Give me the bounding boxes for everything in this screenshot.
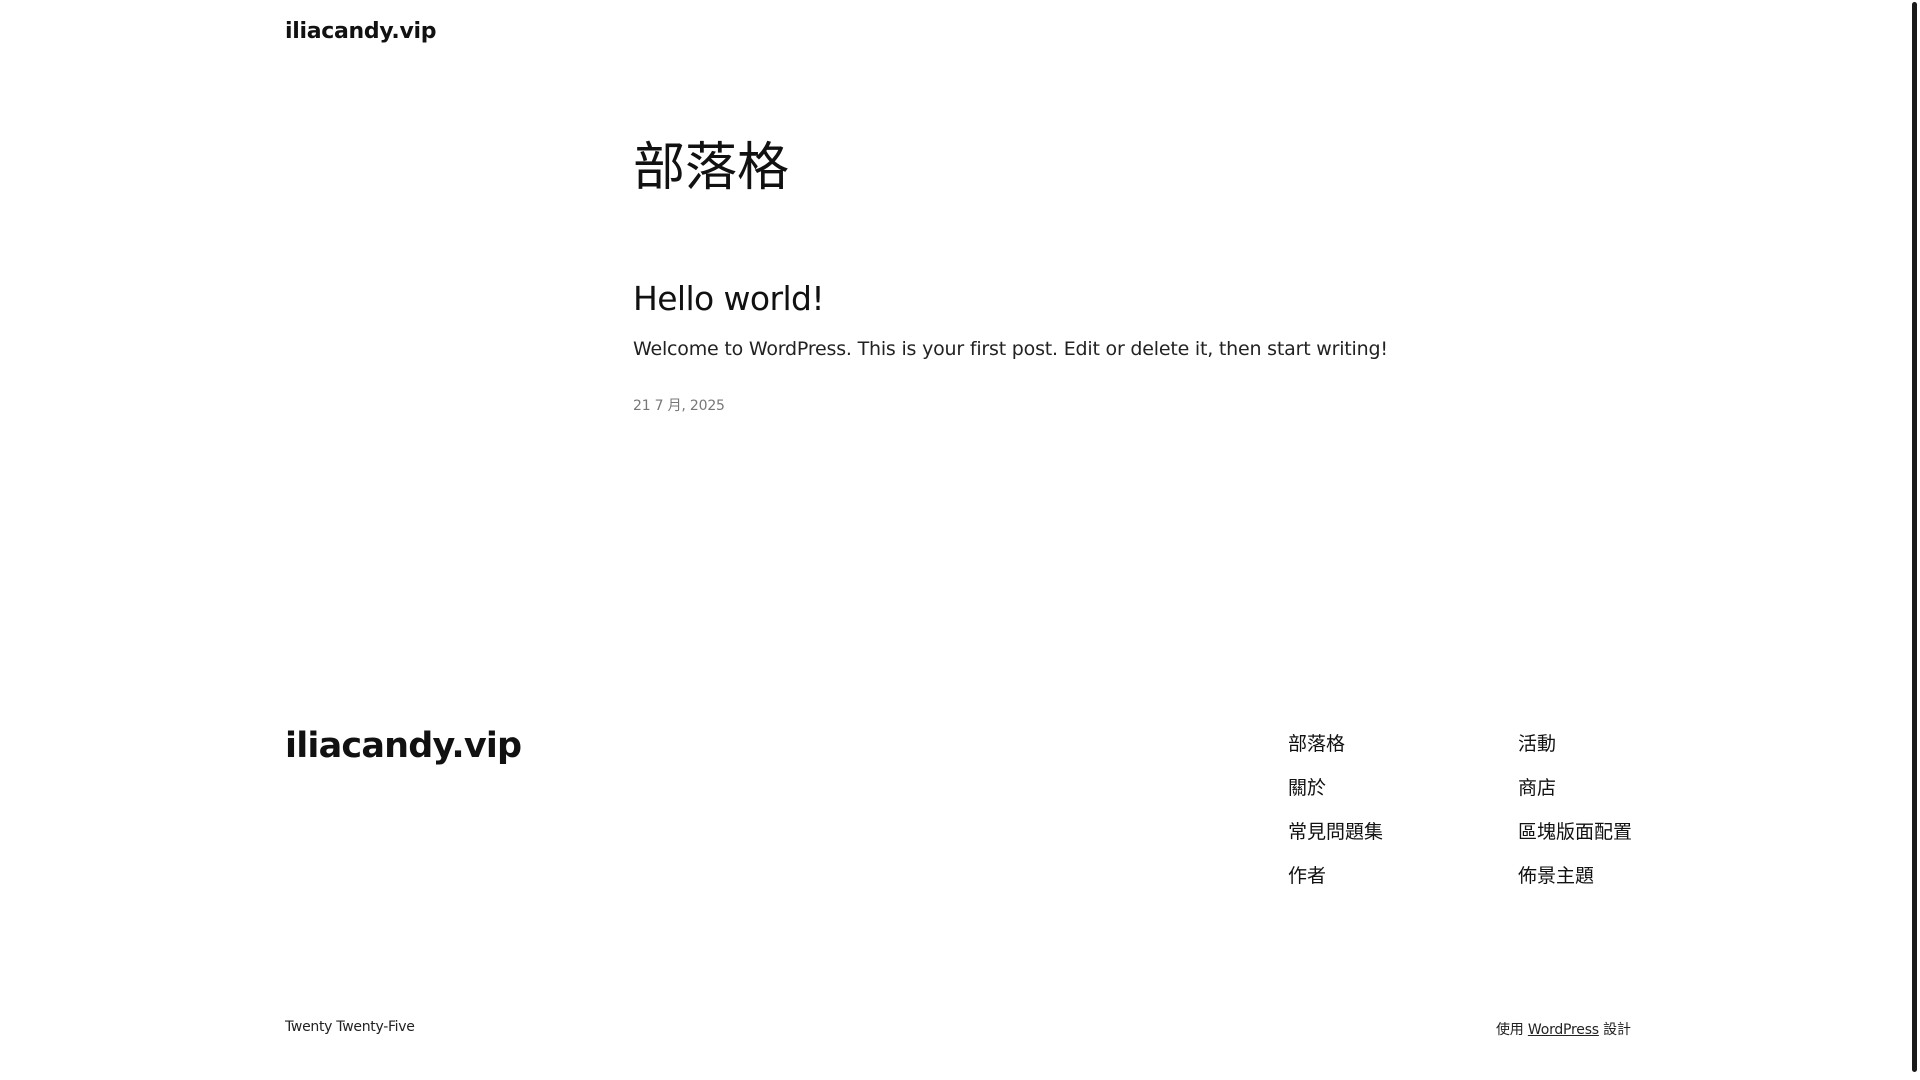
wordpress-link[interactable]: WordPress — [1528, 1022, 1599, 1038]
post-excerpt: Welcome to WordPress. This is your first… — [633, 338, 1388, 360]
page: iliacandy.vip 部落格 Hello world! Welcome t… — [0, 0, 1920, 1080]
footer-nav-column-1: 部落格 關於 常見問題集 作者 — [1288, 731, 1383, 907]
footer-nav-item-about[interactable]: 關於 — [1288, 775, 1383, 819]
powered-prefix: 使用 — [1496, 1022, 1524, 1038]
footer-nav-item-events[interactable]: 活動 — [1518, 731, 1632, 775]
footer-nav-item-blog[interactable]: 部落格 — [1288, 731, 1383, 775]
post-date: 21 7 月, 2025 — [633, 398, 725, 414]
footer-nav-item-patterns[interactable]: 區塊版面配置 — [1518, 819, 1632, 863]
footer-nav-item-faq[interactable]: 常見問題集 — [1288, 819, 1383, 863]
site-title-link[interactable]: iliacandy.vip — [285, 19, 436, 44]
vertical-scrollbar[interactable] — [1909, 0, 1920, 1080]
powered-by-credit: 使用 WordPress 設計 — [1496, 1019, 1631, 1039]
theme-credit: Twenty Twenty-Five — [285, 1019, 415, 1035]
footer-nav-item-themes[interactable]: 佈景主題 — [1518, 863, 1632, 907]
footer-site-title-link[interactable]: iliacandy.vip — [285, 726, 522, 766]
page-title: 部落格 — [633, 138, 790, 198]
post-title-link[interactable]: Hello world! — [633, 279, 825, 318]
footer-nav-item-authors[interactable]: 作者 — [1288, 863, 1383, 907]
scrollbar-thumb[interactable] — [1912, 2, 1917, 1072]
powered-suffix: 設計 — [1603, 1022, 1631, 1038]
footer-nav-column-2: 活動 商店 區塊版面配置 佈景主題 — [1518, 731, 1632, 907]
footer-nav-item-shop[interactable]: 商店 — [1518, 775, 1632, 819]
